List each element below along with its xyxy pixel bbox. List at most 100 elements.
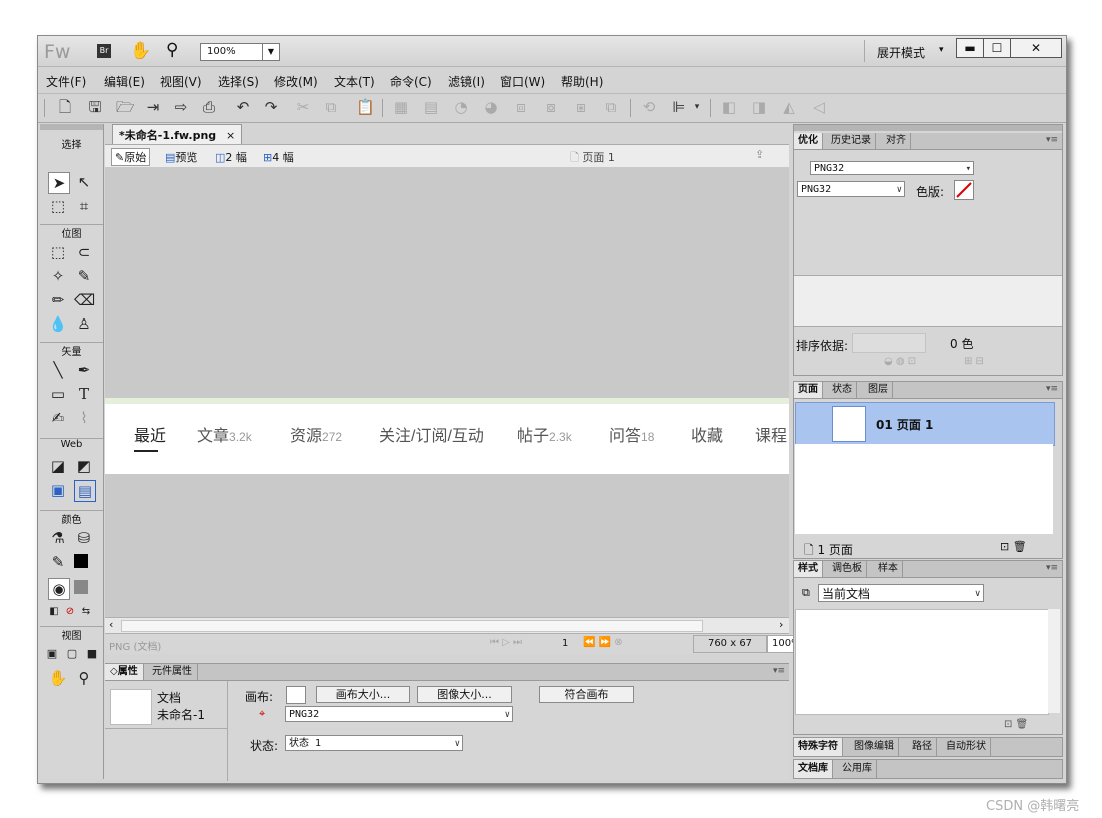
tab-symbol-properties[interactable]: 元件属性: [147, 664, 198, 680]
knife-tool-icon[interactable]: ⌇: [74, 408, 94, 428]
hide-slices-icon[interactable]: ▣: [48, 480, 68, 500]
rotate-90-icon[interactable]: ◧: [720, 98, 738, 116]
canvas-color-swatch[interactable]: [286, 686, 306, 704]
workspace-mode[interactable]: 展开模式: [877, 44, 925, 61]
tab-properties[interactable]: ◇属性: [105, 664, 144, 680]
close-icon[interactable]: ×: [226, 129, 235, 142]
freeform-tool-icon[interactable]: ✍: [48, 408, 68, 428]
send-back-icon[interactable]: ⧉: [602, 98, 620, 116]
tab-image-edit[interactable]: 图像编辑: [850, 738, 899, 756]
preset-select[interactable]: PNG32 ▾: [810, 161, 974, 175]
bring-forward-icon[interactable]: ⧇: [542, 98, 560, 116]
cut-icon[interactable]: ✂: [294, 98, 312, 116]
tab-special-chars[interactable]: 特殊字符: [794, 738, 843, 756]
open-icon[interactable]: 🗁: [116, 98, 135, 116]
style-source-select[interactable]: 当前文档 ∨: [818, 584, 984, 602]
scroll-right-icon[interactable]: ›: [779, 618, 783, 631]
menu-file[interactable]: 文件(F): [46, 73, 86, 90]
canvas[interactable]: 最近 文章3.2k 资源272 关注/订阅/互动 帖子2.3k 问答18 收藏 …: [105, 167, 789, 617]
nav-qa[interactable]: 问答18: [609, 422, 654, 446]
copy-icon[interactable]: ⧉: [322, 98, 340, 116]
fit-canvas-button[interactable]: 符合画布: [539, 686, 634, 703]
group-icon[interactable]: ▦: [392, 98, 410, 116]
menu-edit[interactable]: 编辑(E): [104, 73, 145, 90]
bridge-button[interactable]: Br: [97, 44, 111, 58]
slice-tool-icon[interactable]: ◩: [74, 456, 94, 476]
frame-controls[interactable]: ⏮ ▷ ⏭: [490, 637, 522, 648]
pencil-tool-icon[interactable]: ✏: [48, 290, 68, 310]
eyedropper-icon[interactable]: ⚗: [48, 528, 68, 548]
pen-tool-icon[interactable]: ✒: [74, 360, 94, 380]
share-icon[interactable]: ⇪: [755, 148, 764, 161]
hand-tool-icon[interactable]: ✋: [48, 668, 68, 688]
matte-swatch[interactable]: [954, 180, 974, 200]
tab-path[interactable]: 路径: [908, 738, 937, 756]
fullscreen-icon[interactable]: ■: [82, 644, 102, 664]
tab-samples[interactable]: 样本: [874, 561, 903, 577]
nav-recent[interactable]: 最近: [134, 422, 166, 446]
panel-menu-icon[interactable]: ▾≡: [773, 666, 785, 676]
view-4up-button[interactable]: ⊞4 幅: [263, 149, 294, 165]
hand-tool-icon[interactable]: ✋: [130, 41, 151, 61]
paint-bucket-icon[interactable]: ⛁: [74, 528, 94, 548]
panel-grip[interactable]: [794, 125, 1062, 131]
fill-color-icon[interactable]: ◉: [48, 578, 70, 600]
maximize-button[interactable]: ☐: [983, 38, 1011, 58]
state-select[interactable]: 状态 1 ∨: [285, 735, 463, 751]
scroll-left-icon[interactable]: ‹: [109, 618, 113, 631]
nav-articles[interactable]: 文章3.2k: [197, 422, 252, 446]
page-selector[interactable]: 🗋 页面 1: [570, 149, 615, 168]
panel-menu-icon[interactable]: ▾≡: [1046, 384, 1058, 394]
standard-screen-icon[interactable]: ▣: [42, 644, 62, 664]
join-icon[interactable]: ◔: [452, 98, 470, 116]
zoom-tool-icon[interactable]: ⚲: [74, 668, 94, 688]
frame-nav-icons[interactable]: ⏪ ⏩ ⊗: [583, 637, 623, 648]
subselect-tool-icon[interactable]: ↖: [74, 172, 94, 192]
flip-vertical-icon[interactable]: ◁: [810, 98, 828, 116]
tab-history[interactable]: 历史记录: [827, 133, 876, 149]
fullscreen-menu-icon[interactable]: ▢: [62, 644, 82, 664]
close-button[interactable]: ✕: [1010, 38, 1062, 58]
sort-select[interactable]: [852, 333, 926, 353]
ungroup-icon[interactable]: ▤: [422, 98, 440, 116]
tab-optimize[interactable]: 优化: [794, 133, 823, 149]
menu-select[interactable]: 选择(S): [218, 73, 259, 90]
paste-icon[interactable]: 📋: [356, 98, 375, 116]
menu-modify[interactable]: 修改(M): [274, 73, 318, 90]
tab-states[interactable]: 状态: [828, 382, 857, 398]
nav-posts[interactable]: 帖子2.3k: [517, 422, 572, 446]
menu-view[interactable]: 视图(V): [160, 73, 202, 90]
panel-grip[interactable]: [40, 124, 103, 130]
tab-align[interactable]: 对齐: [882, 133, 911, 149]
print-icon[interactable]: ⎙: [200, 98, 218, 116]
new-style-icon[interactable]: ⊡ 🗑: [1004, 719, 1028, 730]
nav-courses[interactable]: 课程: [755, 422, 787, 446]
rectangle-tool-icon[interactable]: ▭: [48, 384, 68, 404]
horizontal-scrollbar[interactable]: ‹ ›: [105, 617, 789, 633]
panel-menu-icon[interactable]: ▾≡: [1046, 563, 1058, 573]
color-add-delete-icons[interactable]: ⊞ ⊟: [964, 356, 984, 367]
tab-common-library[interactable]: 公用库: [838, 760, 877, 778]
chevron-down-icon[interactable]: ▾: [939, 45, 944, 55]
magic-wand-icon[interactable]: ✧: [48, 266, 68, 286]
swap-colors-icon[interactable]: ⇆: [76, 602, 96, 622]
nav-follow[interactable]: 关注/订阅/互动: [379, 422, 484, 446]
rotate-90cw-icon[interactable]: ◨: [750, 98, 768, 116]
stroke-color-swatch[interactable]: [74, 554, 88, 568]
canvas-size-button[interactable]: 画布大小...: [316, 686, 410, 703]
text-tool-icon[interactable]: T: [74, 384, 94, 404]
fill-color-swatch[interactable]: [74, 580, 88, 594]
nav-resources[interactable]: 资源272: [290, 422, 342, 446]
image-size-button[interactable]: 图像大小...: [417, 686, 512, 703]
document-tab[interactable]: *未命名-1.fw.png ×: [112, 124, 243, 144]
crop-tool-icon[interactable]: ⌗: [74, 196, 94, 216]
scale-tool-icon[interactable]: ⬚: [48, 196, 68, 216]
color-edit-icons[interactable]: ◒ ◍ ⊡: [884, 356, 916, 367]
send-backward-icon[interactable]: ⧆: [572, 98, 590, 116]
split-icon[interactable]: ◕: [482, 98, 500, 116]
blur-tool-icon[interactable]: 💧: [48, 314, 68, 334]
tab-doc-library[interactable]: 文档库: [794, 760, 833, 778]
pointer-tool-icon[interactable]: ➤: [48, 172, 70, 194]
tab-styles[interactable]: 样式: [794, 561, 823, 577]
undo-icon[interactable]: ↶: [234, 98, 252, 116]
